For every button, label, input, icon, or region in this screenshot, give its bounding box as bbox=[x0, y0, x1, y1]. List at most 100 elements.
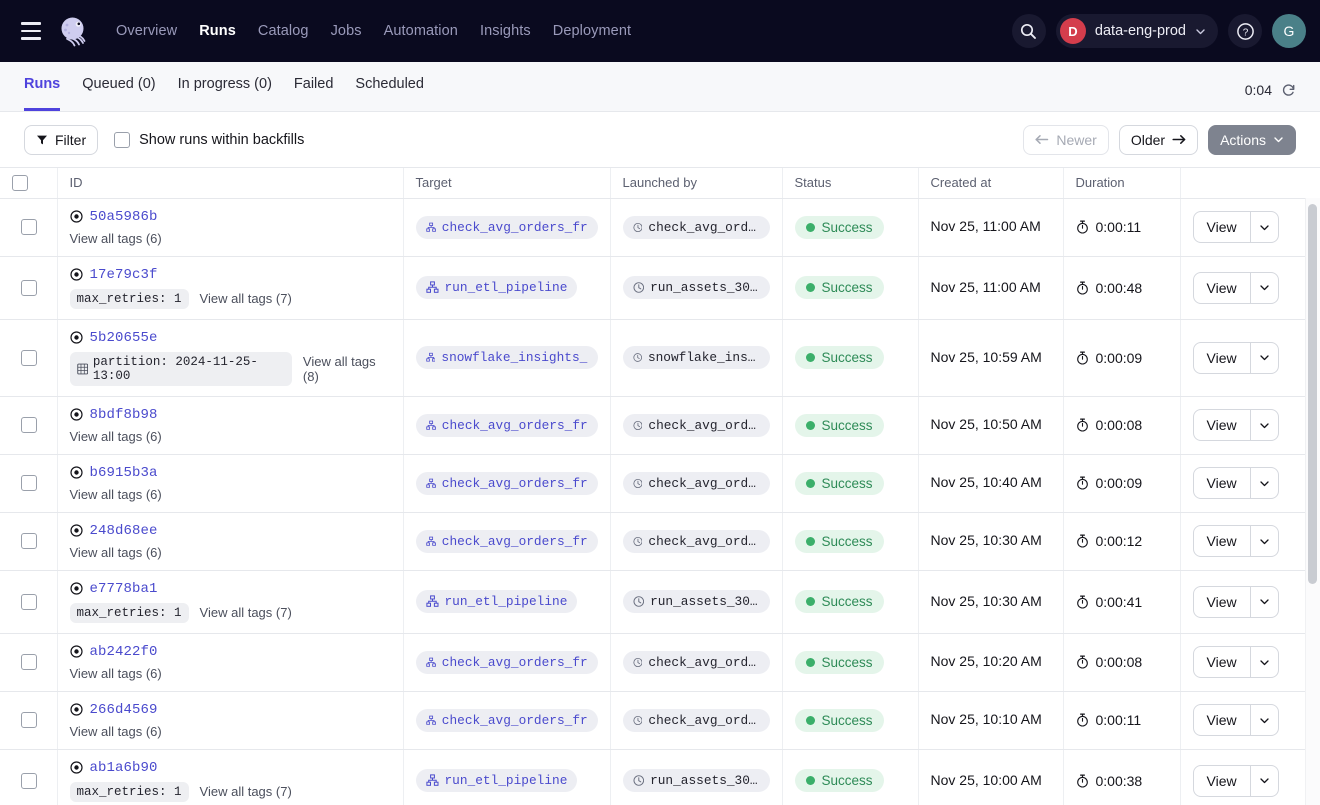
nav-item-catalog[interactable]: Catalog bbox=[258, 19, 309, 43]
view-dropdown-caret[interactable] bbox=[1250, 705, 1278, 735]
target-chip[interactable]: check_avg_orders_freshne bbox=[416, 651, 598, 674]
target-chip[interactable]: snowflake_insights_import bbox=[416, 346, 598, 369]
view-all-tags-link[interactable]: View all tags (7) bbox=[200, 291, 292, 306]
view-dropdown-caret[interactable] bbox=[1250, 273, 1278, 303]
table-row[interactable]: 17e79c3f max_retries: 1 View all tags (7) r… bbox=[0, 256, 1308, 319]
launched-by-chip[interactable]: run_assets_30min bbox=[623, 590, 770, 613]
run-tag-chip[interactable]: max_retries: 1 bbox=[70, 289, 189, 309]
view-dropdown-caret[interactable] bbox=[1250, 343, 1278, 373]
launched-by-chip[interactable]: run_assets_30min bbox=[623, 769, 770, 792]
filter-button[interactable]: Filter bbox=[24, 125, 98, 155]
status-badge[interactable]: Success bbox=[795, 590, 884, 613]
table-row[interactable]: 266d4569 View all tags (6) check_avg_order… bbox=[0, 691, 1308, 749]
status-badge[interactable]: Success bbox=[795, 472, 884, 495]
launched-by-chip[interactable]: run_assets_30min bbox=[623, 276, 770, 299]
column-header-launched-by[interactable]: Launched by bbox=[610, 168, 782, 198]
run-id-line[interactable]: 248d68ee bbox=[70, 523, 391, 539]
nav-item-overview[interactable]: Overview bbox=[116, 19, 177, 43]
status-badge[interactable]: Success bbox=[795, 414, 884, 437]
table-row[interactable]: 8bdf8b98View all tags (6)check_avg_order… bbox=[0, 396, 1308, 454]
tab-runs[interactable]: Runs bbox=[24, 62, 60, 111]
view-button-group[interactable]: View bbox=[1193, 409, 1279, 441]
view-button-group[interactable]: View bbox=[1193, 525, 1279, 557]
view-button-group[interactable]: View bbox=[1193, 646, 1279, 678]
nav-item-jobs[interactable]: Jobs bbox=[331, 19, 362, 43]
row-checkbox[interactable] bbox=[21, 654, 37, 670]
run-id-link[interactable]: 17e79c3f bbox=[90, 267, 158, 283]
view-all-tags-link[interactable]: View all tags (8) bbox=[303, 354, 391, 384]
view-dropdown-caret[interactable] bbox=[1250, 526, 1278, 556]
row-checkbox[interactable] bbox=[21, 280, 37, 296]
show-backfills-checkbox[interactable] bbox=[114, 132, 130, 148]
status-badge[interactable]: Success bbox=[795, 651, 884, 674]
view-button[interactable]: View bbox=[1194, 587, 1250, 617]
view-all-tags-link[interactable]: View all tags (6) bbox=[70, 666, 162, 681]
row-checkbox[interactable] bbox=[21, 350, 37, 366]
view-button-group[interactable]: View bbox=[1193, 272, 1279, 304]
row-checkbox[interactable] bbox=[21, 773, 37, 789]
row-checkbox[interactable] bbox=[21, 533, 37, 549]
column-header-target[interactable]: Target bbox=[403, 168, 610, 198]
hamburger-menu-icon[interactable] bbox=[14, 14, 48, 48]
view-button[interactable]: View bbox=[1194, 212, 1250, 242]
run-id-link[interactable]: 248d68ee bbox=[90, 523, 158, 539]
launched-by-chip[interactable]: check_avg_orders_f… bbox=[623, 651, 770, 674]
run-id-line[interactable]: 17e79c3f bbox=[70, 267, 391, 283]
row-checkbox[interactable] bbox=[21, 712, 37, 728]
nav-item-insights[interactable]: Insights bbox=[480, 19, 531, 43]
run-id-line[interactable]: 5b20655e bbox=[70, 330, 391, 346]
deployment-selector[interactable]: D data-eng-prod bbox=[1056, 14, 1218, 48]
run-tag-chip[interactable]: partition: 2024-11-25-13:00 bbox=[70, 352, 292, 386]
status-badge[interactable]: Success bbox=[795, 346, 884, 369]
view-all-tags-link[interactable]: View all tags (6) bbox=[70, 487, 162, 502]
show-backfills-toggle[interactable]: Show runs within backfills bbox=[114, 132, 304, 148]
view-all-tags-link[interactable]: View all tags (6) bbox=[70, 429, 162, 444]
nav-item-runs[interactable]: Runs bbox=[199, 19, 236, 43]
table-row[interactable]: ab1a6b90 max_retries: 1 View all tags (7) r… bbox=[0, 749, 1308, 805]
view-all-tags-link[interactable]: View all tags (6) bbox=[70, 231, 162, 246]
run-id-link[interactable]: ab2422f0 bbox=[90, 644, 158, 660]
launched-by-chip[interactable]: check_avg_orders_f… bbox=[623, 472, 770, 495]
view-all-tags-link[interactable]: View all tags (7) bbox=[200, 605, 292, 620]
row-checkbox[interactable] bbox=[21, 417, 37, 433]
run-id-line[interactable]: ab2422f0 bbox=[70, 644, 391, 660]
view-button[interactable]: View bbox=[1194, 526, 1250, 556]
view-dropdown-caret[interactable] bbox=[1250, 468, 1278, 498]
table-row[interactable]: b6915b3a View all tags (6) check_avg_order… bbox=[0, 454, 1308, 512]
status-badge[interactable]: Success bbox=[795, 769, 884, 792]
view-all-tags-link[interactable]: View all tags (6) bbox=[70, 724, 162, 739]
status-badge[interactable]: Success bbox=[795, 530, 884, 553]
target-chip[interactable]: check_avg_orders_freshne bbox=[416, 414, 598, 437]
view-all-tags-link[interactable]: View all tags (7) bbox=[200, 784, 292, 799]
launched-by-chip[interactable]: check_avg_orders_f… bbox=[623, 709, 770, 732]
row-checkbox[interactable] bbox=[21, 219, 37, 235]
view-button-group[interactable]: View bbox=[1193, 765, 1279, 797]
run-id-line[interactable]: b6915b3a bbox=[70, 465, 391, 481]
row-checkbox[interactable] bbox=[21, 475, 37, 491]
view-button[interactable]: View bbox=[1194, 410, 1250, 440]
table-row[interactable]: ab2422f0 View all tags (6) check_avg_order… bbox=[0, 633, 1308, 691]
view-dropdown-caret[interactable] bbox=[1250, 587, 1278, 617]
target-chip[interactable]: check_avg_orders_freshne bbox=[416, 709, 598, 732]
view-button[interactable]: View bbox=[1194, 468, 1250, 498]
run-id-link[interactable]: ab1a6b90 bbox=[90, 760, 158, 776]
run-id-link[interactable]: 266d4569 bbox=[90, 702, 158, 718]
view-all-tags-link[interactable]: View all tags (6) bbox=[70, 545, 162, 560]
vertical-scrollbar-thumb[interactable] bbox=[1308, 204, 1317, 584]
column-header-id[interactable]: ID bbox=[57, 168, 403, 198]
column-header-duration[interactable]: Duration bbox=[1063, 168, 1180, 198]
help-circle-icon[interactable]: ? bbox=[1228, 14, 1262, 48]
nav-item-automation[interactable]: Automation bbox=[384, 19, 458, 43]
target-chip[interactable]: check_avg_orders_freshne bbox=[416, 472, 598, 495]
target-chip[interactable]: run_etl_pipeline bbox=[416, 276, 578, 299]
view-button[interactable]: View bbox=[1194, 705, 1250, 735]
run-id-link[interactable]: b6915b3a bbox=[90, 465, 158, 481]
view-button[interactable]: View bbox=[1194, 647, 1250, 677]
view-button-group[interactable]: View bbox=[1193, 704, 1279, 736]
run-tag-chip[interactable]: max_retries: 1 bbox=[70, 782, 189, 802]
run-id-link[interactable]: 5b20655e bbox=[90, 330, 158, 346]
target-chip[interactable]: run_etl_pipeline bbox=[416, 769, 578, 792]
view-dropdown-caret[interactable] bbox=[1250, 766, 1278, 796]
launched-by-chip[interactable]: check_avg_orders_f… bbox=[623, 530, 770, 553]
status-badge[interactable]: Success bbox=[795, 709, 884, 732]
